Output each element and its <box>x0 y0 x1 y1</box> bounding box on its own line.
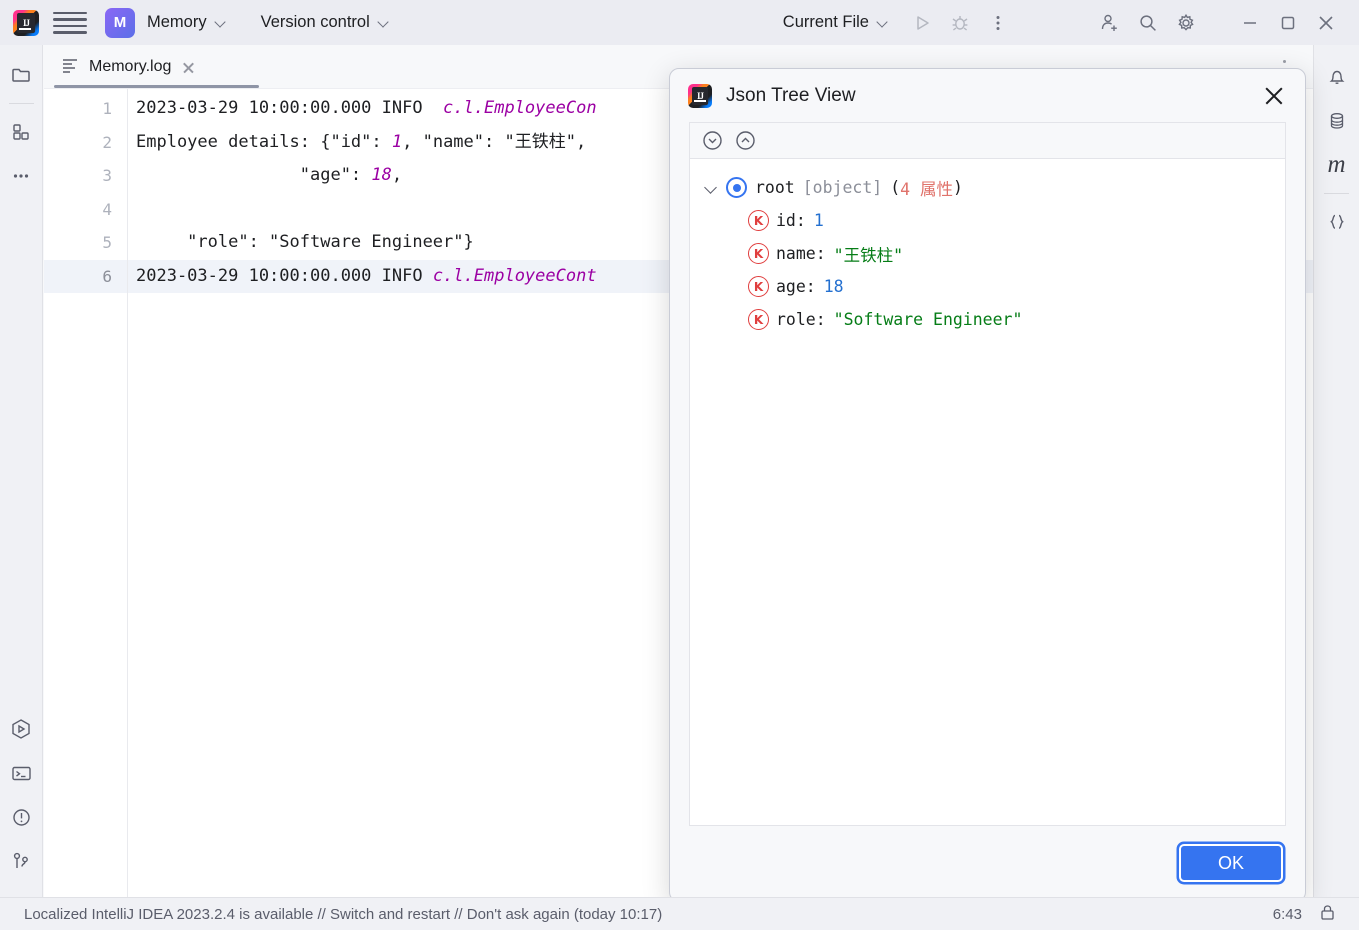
gear-icon[interactable] <box>1167 4 1205 42</box>
debug-icon[interactable] <box>941 4 979 42</box>
log-text-token: 2023-03-29 10:00:00.000 INFO <box>136 98 444 118</box>
main-toolbar: IJ M Memory Version control Current File <box>0 0 1359 45</box>
rail-divider <box>8 103 34 104</box>
log-file-icon <box>60 55 80 80</box>
tree-item-value: "Software Engineer" <box>833 310 1023 329</box>
expand-all-icon[interactable] <box>700 128 725 153</box>
chevron-down-icon[interactable] <box>379 17 390 28</box>
git-branch-icon[interactable] <box>0 839 43 883</box>
squares-icon[interactable] <box>0 110 43 154</box>
log-class-token: c.l.EmployeeCon <box>443 98 597 118</box>
bell-icon[interactable] <box>1315 55 1358 99</box>
key-badge-icon: K <box>748 210 769 231</box>
hamburger-menu-icon[interactable] <box>53 6 87 40</box>
log-text-token: 2023-03-29 10:00:00.000 INFO <box>136 265 433 286</box>
line-number: 2 <box>102 132 112 152</box>
line-number: 3 <box>102 166 112 185</box>
collapse-all-icon[interactable] <box>733 128 758 153</box>
app-window: IJ M Memory Version control Current File <box>0 0 1359 930</box>
terminal-icon[interactable] <box>0 751 43 795</box>
tree-item-key: name: <box>776 244 826 263</box>
json-tree-panel[interactable]: root [object] ( 4 属性 ) Kid: 1 Kname: "王铁柱" K… <box>689 158 1286 826</box>
tree-root-type: [object] <box>802 178 883 197</box>
tree-item-key: id: <box>776 211 806 230</box>
log-text-token: , <box>391 165 403 185</box>
line-number-gutter: 1 2 3 4 5 6 <box>44 89 128 897</box>
json-tree-view-dialog: IJ Json Tree View root [object] (4 属性)… <box>669 68 1306 902</box>
line-number: 6 <box>44 259 127 293</box>
editor-tab-memory-log[interactable]: Memory.log <box>44 45 207 89</box>
tree-item-key: age: <box>776 277 816 296</box>
tree-root-node[interactable]: root [object] ( 4 属性 ) <box>690 171 1285 204</box>
log-class-token: c.l.EmployeeCont <box>432 265 597 286</box>
more-vertical-icon[interactable] <box>979 4 1017 42</box>
log-number-token: 18 <box>371 165 392 185</box>
tree-item[interactable]: Krole: "Software Engineer" <box>690 303 1285 336</box>
object-badge-icon <box>726 177 747 198</box>
log-text-token: , "name": "王铁柱", <box>402 131 597 152</box>
log-text-token: "age": <box>136 165 372 185</box>
dialog-header: IJ Json Tree View <box>670 69 1305 122</box>
run-config-label[interactable]: Current File <box>783 13 869 32</box>
left-tool-rail <box>0 45 43 897</box>
close-icon[interactable] <box>180 59 197 76</box>
key-badge-icon: K <box>748 276 769 297</box>
intellij-idea-logo: IJ <box>13 9 39 36</box>
status-message[interactable]: Localized IntelliJ IDEA 2023.2.4 is avai… <box>24 906 662 923</box>
tree-item-value: "王铁柱" <box>833 245 904 265</box>
line-number: 4 <box>102 199 112 219</box>
ellipsis-icon[interactable] <box>0 154 43 198</box>
status-bar: Localized IntelliJ IDEA 2023.2.4 is avai… <box>0 897 1359 930</box>
version-control-label[interactable]: Version control <box>261 13 370 32</box>
log-text-token: "role": "Software Engineer"} <box>136 232 474 252</box>
run-icon[interactable] <box>903 4 941 42</box>
chevron-down-icon[interactable] <box>878 17 889 28</box>
dialog-title: Json Tree View <box>726 84 856 106</box>
curly-braces-icon[interactable] <box>1315 200 1358 244</box>
dialog-footer: OK <box>670 826 1305 900</box>
add-user-icon[interactable] <box>1091 4 1129 42</box>
tree-item-key: role: <box>776 310 826 329</box>
tree-item-value: 18 <box>823 277 844 296</box>
search-icon[interactable] <box>1129 4 1167 42</box>
tree-item[interactable]: Kname: "王铁柱" <box>690 237 1285 270</box>
tree-item[interactable]: Kage: 18 <box>690 270 1285 303</box>
tree-root-count-open: ( <box>890 178 901 197</box>
close-icon[interactable] <box>1259 81 1289 111</box>
line-number: 5 <box>102 233 112 252</box>
minimize-icon[interactable] <box>1231 4 1269 42</box>
key-badge-icon: K <box>748 309 769 330</box>
warning-circle-icon[interactable] <box>0 795 43 839</box>
project-badge[interactable]: M <box>105 7 135 38</box>
log-text-token: Employee details: {"id": <box>136 131 392 152</box>
dialog-drag-dot <box>1283 60 1286 63</box>
database-icon[interactable] <box>1315 99 1358 143</box>
tree-root-count-close: ) <box>953 178 963 197</box>
tree-item[interactable]: Kid: 1 <box>690 204 1285 237</box>
editor-tab-label: Memory.log <box>89 58 172 75</box>
maven-m-icon[interactable]: m <box>1315 143 1358 187</box>
intellij-idea-logo: IJ <box>688 83 712 108</box>
chevron-down-icon[interactable] <box>216 17 227 28</box>
maximize-icon[interactable] <box>1269 4 1307 42</box>
tree-toolbar <box>689 122 1286 158</box>
tree-root-count: 4 属性 <box>900 179 954 199</box>
run-hexagon-icon[interactable] <box>0 707 43 751</box>
lock-icon[interactable] <box>1318 903 1337 926</box>
rail-divider <box>1324 193 1349 194</box>
right-tool-rail: m <box>1313 45 1359 897</box>
project-name-label[interactable]: Memory <box>147 13 207 32</box>
chevron-down-icon[interactable] <box>702 178 722 198</box>
tree-root-key: root <box>755 178 795 197</box>
log-number-token: 1 <box>391 131 403 152</box>
close-icon[interactable] <box>1307 4 1345 42</box>
line-number: 1 <box>102 99 112 118</box>
key-badge-icon: K <box>748 243 769 264</box>
folder-icon[interactable] <box>0 53 43 97</box>
caret-position[interactable]: 6:43 <box>1273 906 1302 923</box>
active-tab-underline <box>54 84 259 88</box>
tree-item-value: 1 <box>813 211 824 230</box>
ok-button[interactable]: OK <box>1179 844 1283 882</box>
